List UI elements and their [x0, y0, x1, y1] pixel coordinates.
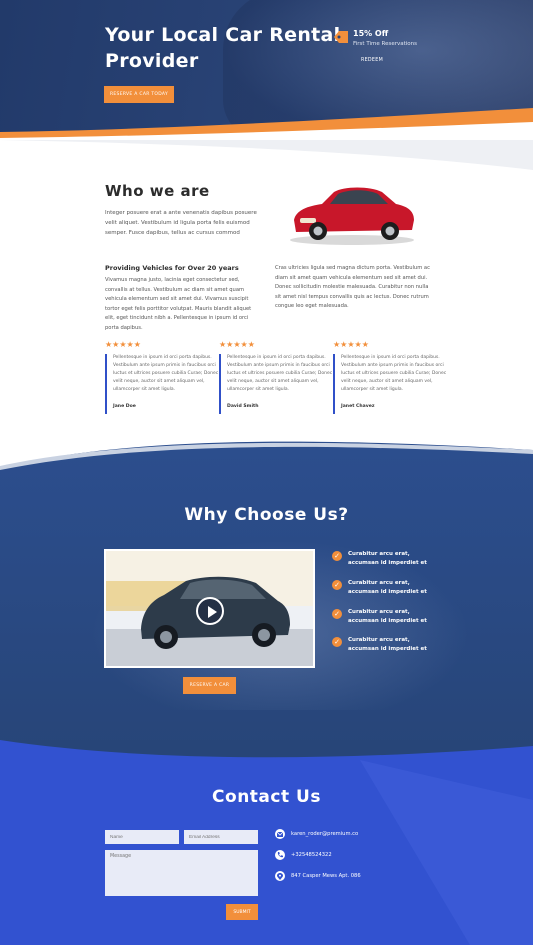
- address-text: 847 Casper Mews Apt. 086: [291, 873, 361, 879]
- section-divider: [0, 140, 533, 170]
- feature-text: Curabitur arcu erat, accumsan id imperdi…: [348, 551, 427, 566]
- check-icon: ✓: [332, 637, 342, 647]
- testimonial-card: ★★★★★ Pellentesque in ipsum id orci port…: [333, 340, 447, 414]
- testimonial-quote: Pellentesque in ipsum id orci porta dapi…: [333, 354, 447, 414]
- testimonial-quote: Pellentesque in ipsum id orci porta dapi…: [219, 354, 333, 414]
- feature-item: ✓ Curabitur arcu erat, accumsan id imper…: [332, 550, 432, 568]
- feature-text: Curabitur arcu erat, accumsan id imperdi…: [348, 609, 427, 624]
- message-field[interactable]: [105, 850, 258, 896]
- feature-item: ✓ Curabitur arcu erat, accumsan id imper…: [332, 636, 432, 654]
- testimonial-author: Jane Doe: [113, 404, 136, 409]
- reserve-car-today-button[interactable]: RESERVE A CAR TODAY: [104, 86, 174, 103]
- submit-button[interactable]: SUBMIT: [226, 904, 258, 920]
- reserve-car-button[interactable]: RESERVE A CAR: [183, 677, 236, 694]
- phone-text[interactable]: +32548524322: [291, 852, 332, 858]
- star-rating: ★★★★★: [219, 340, 255, 349]
- contact-background-shapes: [0, 740, 533, 945]
- feature-item: ✓ Curabitur arcu erat, accumsan id imper…: [332, 579, 432, 597]
- email-field[interactable]: [184, 830, 258, 844]
- wave-divider: [0, 430, 533, 470]
- testimonial-card: ★★★★★ Pellentesque in ipsum id orci port…: [105, 340, 219, 414]
- red-car-image: [290, 187, 414, 245]
- tag-icon: [334, 31, 348, 43]
- feature-text: Curabitur arcu erat, accumsan id imperdi…: [348, 637, 427, 652]
- contact-email: karen_roder@premium.co: [275, 829, 358, 839]
- check-icon: ✓: [332, 580, 342, 590]
- why-title: Why Choose Us?: [184, 505, 349, 525]
- hero-title: Your Local Car Rental Provider: [105, 24, 341, 72]
- testimonial-author: David Smith: [227, 404, 259, 409]
- mail-icon: [275, 829, 285, 839]
- testimonial-text: Pellentesque in ipsum id orci porta dapi…: [113, 355, 219, 392]
- location-icon: [275, 871, 285, 881]
- contact-title: Contact Us: [212, 787, 321, 807]
- testimonial-author: Janet Chavez: [341, 404, 375, 409]
- contact-section: [0, 740, 533, 945]
- feature-text: Curabitur arcu erat, accumsan id imperdi…: [348, 580, 427, 595]
- testimonial-text: Pellentesque in ipsum id orci porta dapi…: [341, 355, 447, 392]
- redeem-button[interactable]: REDEEM: [353, 55, 391, 65]
- about-left-text: Vivamus magna justo, lacinia eget consec…: [105, 277, 252, 331]
- offer-subtitle: First Time Reservations: [353, 41, 418, 47]
- contact-address: 847 Casper Mews Apt. 086: [275, 871, 361, 881]
- email-text[interactable]: karen_roder@premium.co: [291, 831, 358, 837]
- check-icon: ✓: [332, 609, 342, 619]
- name-field[interactable]: [105, 830, 179, 844]
- phone-icon: [275, 850, 285, 860]
- about-right-text: Cras ultricies ligula sed magna dictum p…: [275, 265, 430, 310]
- about-title: Who we are: [105, 182, 210, 200]
- about-left-title: Providing Vehicles for Over 20 years: [105, 264, 239, 272]
- star-rating: ★★★★★: [105, 340, 141, 349]
- testimonial-quote: Pellentesque in ipsum id orci porta dapi…: [105, 354, 219, 414]
- offer-title: 15% Off: [353, 29, 389, 38]
- testimonial-card: ★★★★★ Pellentesque in ipsum id orci port…: [219, 340, 333, 414]
- contact-phone: +32548524322: [275, 850, 332, 860]
- star-rating: ★★★★★: [333, 340, 369, 349]
- hero-swoosh: [0, 108, 533, 140]
- play-icon[interactable]: [196, 597, 224, 625]
- testimonial-text: Pellentesque in ipsum id orci porta dapi…: [227, 355, 333, 392]
- about-intro: Integer posuere erat a ante venenatis da…: [105, 210, 257, 236]
- feature-item: ✓ Curabitur arcu erat, accumsan id imper…: [332, 608, 432, 626]
- check-icon: ✓: [332, 551, 342, 561]
